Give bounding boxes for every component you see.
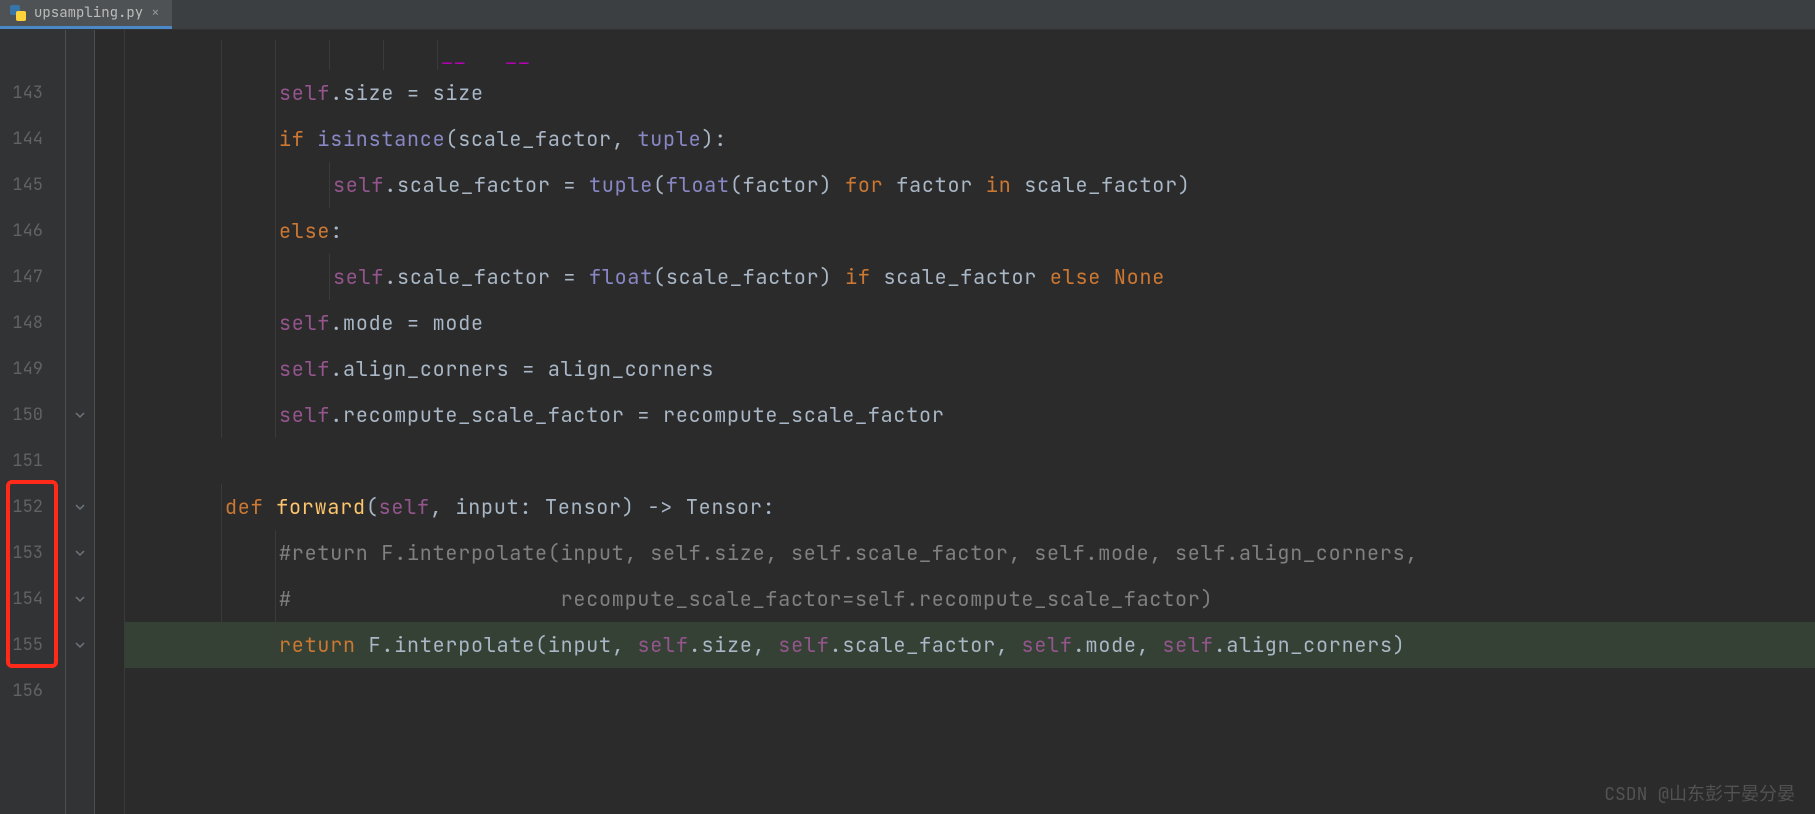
line-number[interactable]: 154	[0, 576, 65, 622]
fold-gutter[interactable]	[65, 30, 95, 814]
line-number[interactable]: 150	[0, 392, 65, 438]
code-line[interactable]: self.recompute_scale_factor = recompute_…	[125, 392, 1815, 438]
line-number[interactable]: 148	[0, 300, 65, 346]
code-line[interactable]: if isinstance(scale_factor, tuple):	[125, 116, 1815, 162]
left-margin	[95, 30, 125, 814]
line-number[interactable]: 153	[0, 530, 65, 576]
line-number[interactable]: 146	[0, 208, 65, 254]
line-number[interactable]: 149	[0, 346, 65, 392]
line-number[interactable]: 151	[0, 438, 65, 484]
fold-slot	[66, 300, 94, 346]
fold-toggle-icon[interactable]	[66, 392, 94, 438]
code-line[interactable]: self.scale_factor = tuple(float(factor) …	[125, 162, 1815, 208]
code-area[interactable]: __ __self.size = sizeif isinstance(scale…	[125, 30, 1815, 814]
fold-toggle-icon[interactable]	[66, 576, 94, 622]
line-number[interactable]: 145	[0, 162, 65, 208]
fold-toggle-icon[interactable]	[66, 484, 94, 530]
fold-slot	[66, 254, 94, 300]
line-number[interactable]: 156	[0, 668, 65, 714]
close-icon[interactable]: ×	[151, 4, 159, 22]
fold-toggle-icon[interactable]	[66, 530, 94, 576]
code-line[interactable]: __ __	[125, 40, 1815, 70]
code-line[interactable]: self.mode = mode	[125, 300, 1815, 346]
fold-slot	[66, 346, 94, 392]
line-number[interactable]: 144	[0, 116, 65, 162]
python-file-icon	[10, 5, 26, 21]
code-line[interactable]	[125, 668, 1815, 714]
fold-toggle-icon[interactable]	[66, 622, 94, 668]
tab-upsampling[interactable]: upsampling.py ×	[0, 0, 172, 29]
fold-slot	[66, 668, 94, 714]
fold-slot	[66, 438, 94, 484]
line-number[interactable]: 143	[0, 70, 65, 116]
code-line[interactable]: def forward(self, input: Tensor) -> Tens…	[125, 484, 1815, 530]
line-number[interactable]: 147	[0, 254, 65, 300]
code-line[interactable]: return F.interpolate(input, self.size, s…	[125, 622, 1815, 668]
tab-bar: upsampling.py ×	[0, 0, 1815, 30]
code-line[interactable]: #return F.interpolate(input, self.size, …	[125, 530, 1815, 576]
code-line[interactable]: # recompute_scale_factor=self.recompute_…	[125, 576, 1815, 622]
code-line[interactable]	[125, 438, 1815, 484]
fold-slot	[66, 116, 94, 162]
fold-slot	[66, 208, 94, 254]
code-line[interactable]: self.size = size	[125, 70, 1815, 116]
fold-slot	[66, 70, 94, 116]
line-number-gutter[interactable]: 1431441451461471481491501511521531541551…	[0, 30, 65, 814]
editor: 1431441451461471481491501511521531541551…	[0, 30, 1815, 814]
code-line[interactable]: else:	[125, 208, 1815, 254]
line-number[interactable]: 152	[0, 484, 65, 530]
line-number[interactable]: 155	[0, 622, 65, 668]
code-line[interactable]: self.align_corners = align_corners	[125, 346, 1815, 392]
tab-filename: upsampling.py	[34, 4, 143, 22]
code-line[interactable]: self.scale_factor = float(scale_factor) …	[125, 254, 1815, 300]
fold-slot	[66, 162, 94, 208]
